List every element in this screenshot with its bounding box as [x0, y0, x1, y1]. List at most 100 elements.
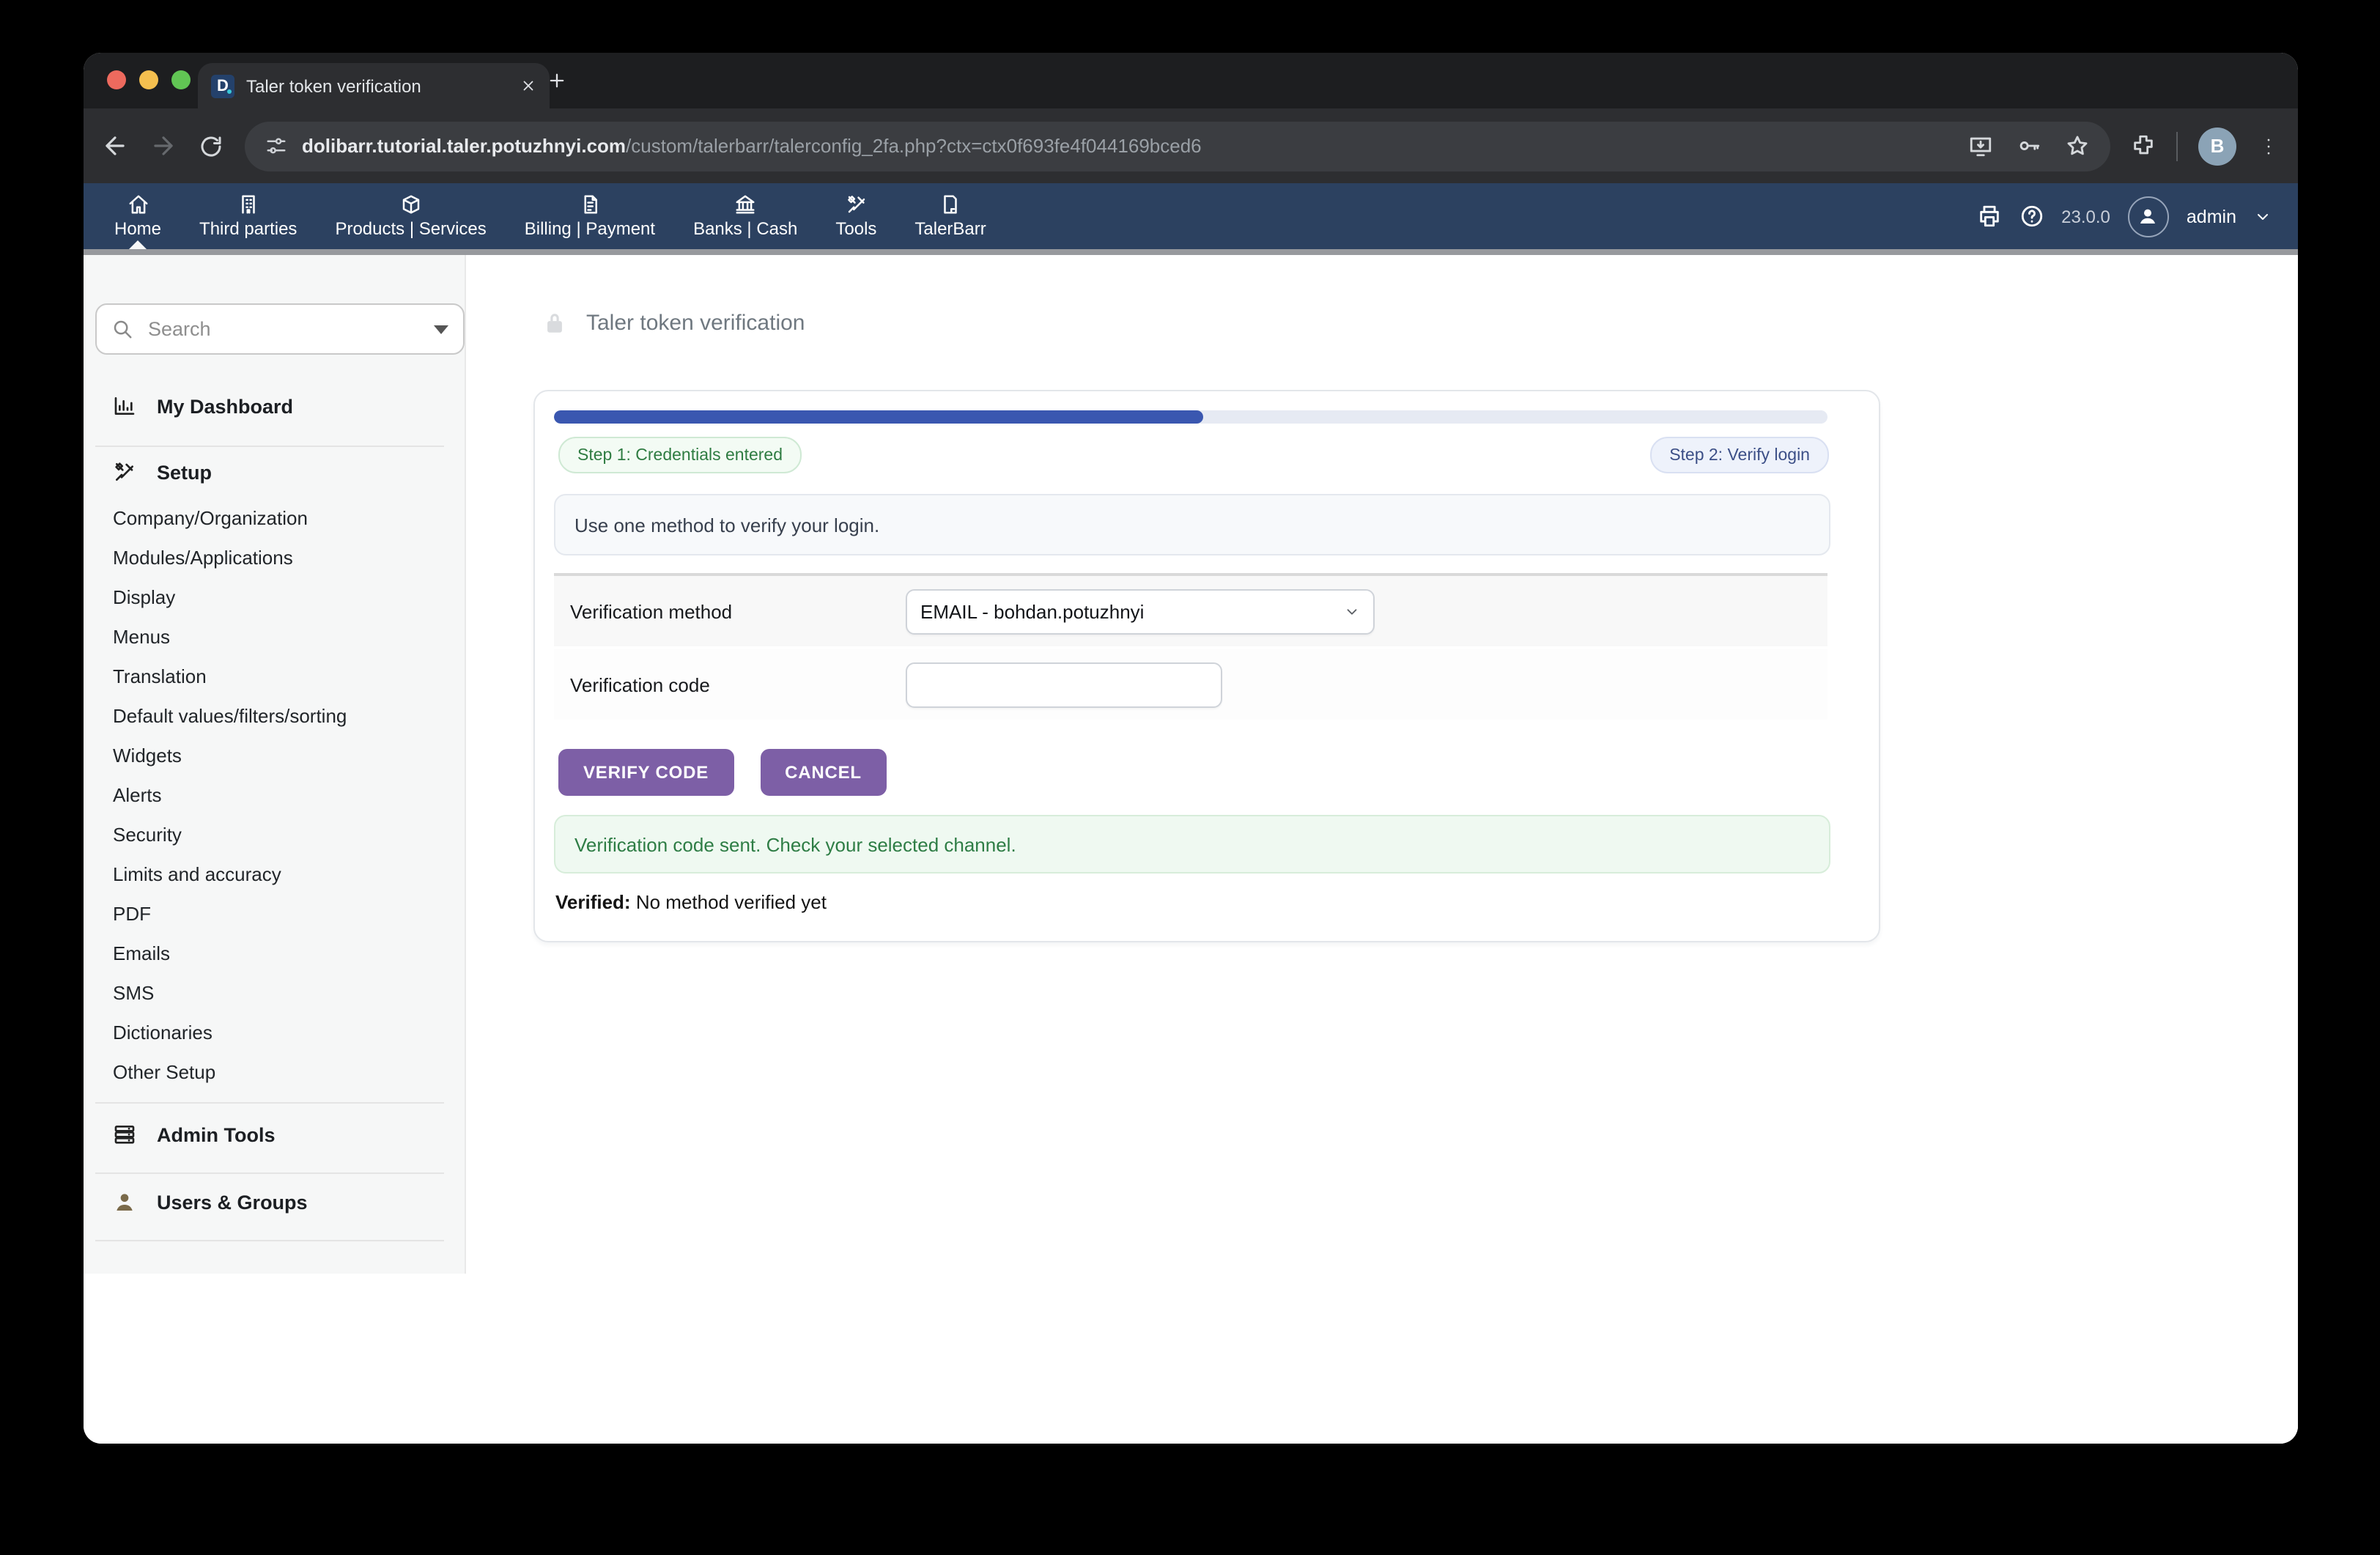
sidebar-item-other-setup[interactable]: Other Setup [113, 1061, 215, 1083]
sidebar-section-admin-tools[interactable]: Admin Tools [113, 1123, 276, 1146]
sidebar-divider [95, 446, 444, 447]
cancel-button[interactable]: CANCEL [760, 749, 887, 796]
sidebar-item-sms[interactable]: SMS [113, 982, 154, 1004]
user-avatar-icon[interactable] [2128, 196, 2169, 237]
nav-item-third-parties[interactable]: Third parties [180, 183, 316, 249]
password-key-icon[interactable] [2017, 133, 2041, 158]
minimize-window-button[interactable] [139, 70, 158, 89]
left-sidebar: My Dashboard Setup Company/Organization … [84, 255, 466, 1274]
nav-item-home[interactable]: Home [95, 183, 180, 249]
lock-icon [542, 311, 567, 336]
verification-card: Step 1: Credentials entered Step 2: Veri… [533, 390, 1880, 942]
sidebar-section-setup[interactable]: Setup [113, 460, 212, 484]
browser-window: D Taler token verification dolibarr.tuto… [84, 53, 2298, 1444]
page-body: My Dashboard Setup Company/Organization … [84, 255, 2298, 1444]
table-row-method: Verification method EMAIL - bohdan.potuz… [554, 576, 1828, 649]
sidebar-divider [95, 1172, 444, 1174]
nav-item-banks-cash[interactable]: Banks | Cash [674, 183, 816, 249]
profile-avatar[interactable]: B [2198, 127, 2236, 165]
version-label: 23.0.0 [2061, 206, 2110, 226]
search-input[interactable] [145, 317, 422, 341]
user-name[interactable]: admin [2187, 206, 2236, 226]
sidebar-item-my-dashboard[interactable]: My Dashboard [113, 394, 293, 418]
help-icon[interactable] [2019, 204, 2044, 229]
step2-badge: Step 2: Verify login [1650, 437, 1829, 473]
progress-bar [554, 410, 1828, 424]
forward-icon[interactable] [149, 132, 177, 160]
nav-item-products-services[interactable]: Products | Services [316, 183, 505, 249]
info-message: Use one method to verify your login. [554, 494, 1830, 555]
page-title: Taler token verification [542, 311, 805, 336]
table-row-code: Verification code [554, 649, 1828, 720]
sidebar-item-limits-accuracy[interactable]: Limits and accuracy [113, 863, 281, 885]
setup-tools-icon [113, 460, 136, 484]
sidebar-item-emails[interactable]: Emails [113, 942, 170, 964]
success-message: Verification code sent. Check your selec… [554, 815, 1830, 873]
verification-method-select[interactable]: EMAIL - bohdan.potuzhnyi [906, 588, 1375, 634]
maximize-window-button[interactable] [171, 70, 191, 89]
progress-fill [554, 410, 1203, 424]
users-icon [113, 1190, 136, 1214]
dashboard-chart-icon [113, 394, 136, 418]
window-controls [107, 70, 191, 89]
sidebar-item-security[interactable]: Security [113, 824, 182, 846]
browser-tab[interactable]: D Taler token verification [198, 63, 550, 108]
address-bar[interactable]: dolibarr.tutorial.taler.potuzhnyi.com/cu… [245, 121, 2110, 171]
search-dropdown-caret-icon[interactable] [434, 325, 448, 333]
invoice-icon [579, 193, 601, 215]
back-icon[interactable] [101, 132, 129, 160]
bank-icon [734, 193, 756, 215]
site-settings-icon[interactable] [265, 135, 287, 157]
select-chevron-icon [1344, 603, 1360, 619]
install-app-icon[interactable] [1968, 133, 1993, 158]
server-icon [113, 1123, 136, 1146]
sidebar-search[interactable] [95, 303, 465, 355]
chevron-down-icon[interactable] [2254, 207, 2272, 225]
verified-label: Verified: [555, 891, 631, 913]
dolibarr-top-menu: Home Third parties Products | Services B… [84, 183, 2298, 249]
nav-item-billing-payment[interactable]: Billing | Payment [506, 183, 674, 249]
sidebar-item-alerts[interactable]: Alerts [113, 784, 161, 806]
toolbar-divider [2176, 131, 2178, 160]
dolibarr-favicon-icon: D [211, 74, 234, 97]
sidebar-item-pdf[interactable]: PDF [113, 903, 151, 925]
search-icon [111, 318, 133, 340]
extensions-puzzle-icon[interactable] [2131, 133, 2156, 158]
browser-toolbar: dolibarr.tutorial.taler.potuzhnyi.com/cu… [84, 108, 2298, 183]
sidebar-divider [95, 1240, 444, 1241]
sidebar-item-default-values[interactable]: Default values/filters/sorting [113, 705, 347, 727]
sidebar-item-company-organization[interactable]: Company/Organization [113, 507, 308, 529]
sidebar-section-users-groups[interactable]: Users & Groups [113, 1190, 308, 1214]
verification-form: Verification method EMAIL - bohdan.potuz… [554, 573, 1828, 720]
tab-strip: D Taler token verification [84, 53, 2298, 108]
sidebar-divider [95, 1102, 444, 1104]
print-icon[interactable] [1976, 204, 2001, 229]
sidebar-item-widgets[interactable]: Widgets [113, 745, 182, 767]
verify-code-button[interactable]: VERIFY CODE [558, 749, 733, 796]
sidebar-item-menus[interactable]: Menus [113, 626, 170, 648]
verified-value: No method verified yet [636, 891, 827, 913]
building-icon [237, 193, 259, 215]
menu-dots-icon[interactable] [2257, 134, 2280, 158]
home-icon [127, 193, 149, 215]
sidebar-item-modules-applications[interactable]: Modules/Applications [113, 547, 293, 569]
code-label: Verification code [554, 673, 906, 695]
close-window-button[interactable] [107, 70, 126, 89]
url-text: dolibarr.tutorial.taler.potuzhnyi.com/cu… [302, 135, 1954, 157]
new-tab-button[interactable] [547, 70, 567, 91]
bookmark-star-icon[interactable] [2065, 133, 2090, 158]
nav-item-talerbarr[interactable]: TalerBarr [895, 183, 1005, 249]
package-icon [400, 193, 422, 215]
reload-icon[interactable] [198, 133, 224, 159]
tools-icon [845, 193, 867, 215]
verified-status: Verified: No method verified yet [555, 891, 827, 913]
sidebar-item-dictionaries[interactable]: Dictionaries [113, 1022, 212, 1044]
step1-badge: Step 1: Credentials entered [558, 437, 802, 473]
nav-item-tools[interactable]: Tools [816, 183, 895, 249]
close-tab-icon[interactable] [520, 78, 536, 94]
desktop-background: D Taler token verification dolibarr.tuto… [0, 0, 2380, 1555]
sidebar-item-display[interactable]: Display [113, 586, 175, 608]
sidebar-item-translation[interactable]: Translation [113, 665, 207, 687]
menu-bottom-divider [84, 249, 2298, 255]
verification-code-input[interactable] [906, 662, 1222, 707]
